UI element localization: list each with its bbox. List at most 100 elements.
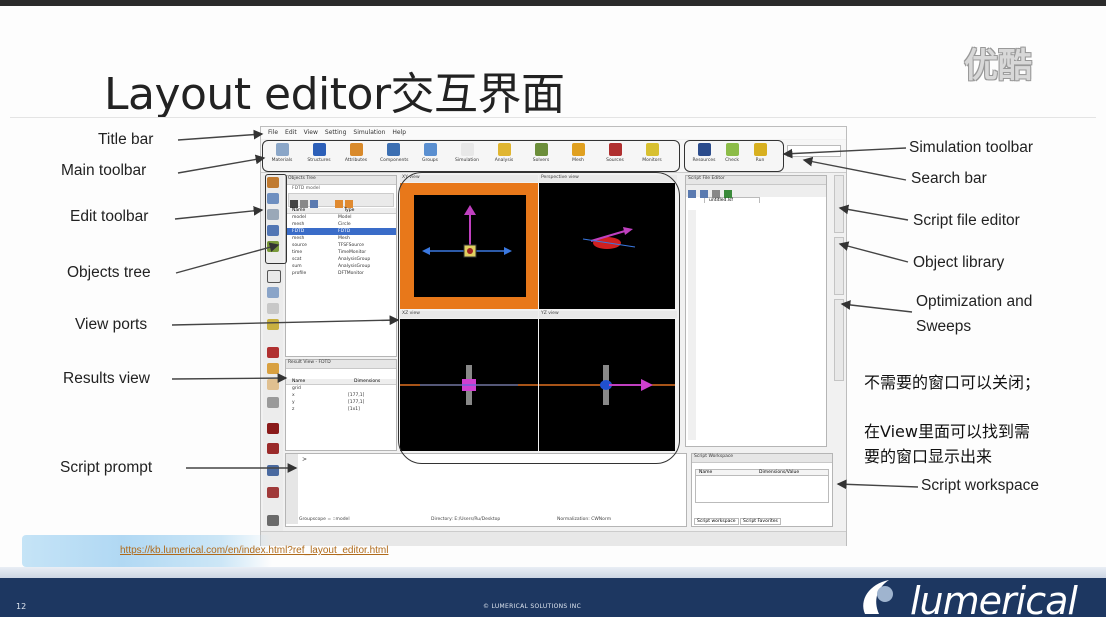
results-row[interactable]: z [1x1] xyxy=(286,406,396,413)
pointer-icon[interactable] xyxy=(267,363,279,374)
tool-icon[interactable] xyxy=(267,515,279,526)
tree-row[interactable]: FDTD FDTD xyxy=(286,228,396,235)
search-input[interactable] xyxy=(787,145,841,157)
tree-row-name: sum xyxy=(292,264,302,269)
script-workspace-panel: Script Workspace Name Dimensions/Value S… xyxy=(691,453,833,527)
camera-icon[interactable] xyxy=(267,397,279,408)
status-bar: Groupscope = ::model Directory: E:/Users… xyxy=(285,517,705,525)
script-workspace-title: Script Workspace xyxy=(692,454,832,463)
tree-row[interactable]: model Model xyxy=(286,214,396,221)
script-prompt-panel[interactable]: > xyxy=(285,453,687,527)
slide: Layout editor交互界面 优酷 Title bar Main tool… xyxy=(0,0,1106,623)
tree-row[interactable]: mesh Mesh xyxy=(286,235,396,242)
ruler-icon[interactable] xyxy=(267,347,279,358)
menu-simulation[interactable]: Simulation xyxy=(353,129,385,136)
line-gutter xyxy=(688,210,696,440)
callout-edit-toolbar xyxy=(265,174,287,264)
tree-row-type: FDTD xyxy=(338,229,351,234)
results-row-name: grid xyxy=(292,386,301,391)
watermark-logo: 优酷 xyxy=(964,46,1032,86)
tree-row[interactable]: source TFSFSource xyxy=(286,242,396,249)
label-objects-tree: Objects tree xyxy=(67,264,151,281)
callout-simulation-toolbar xyxy=(684,140,784,172)
pan-icon[interactable] xyxy=(267,303,279,314)
status-normalization: Normalization: CWNorm xyxy=(557,517,612,522)
results-row-dims: [1x1] xyxy=(348,407,360,412)
tree-row-name: scat xyxy=(292,257,302,262)
script-editor-toolbar xyxy=(686,185,826,198)
menu-bar[interactable]: File Edit View Setting Simulation Help xyxy=(261,127,846,139)
page-number: 12 xyxy=(16,602,27,611)
results-row-dims: [177,1] xyxy=(348,393,365,398)
horizontal-scroll-area[interactable] xyxy=(261,531,846,546)
zoom-extent-icon[interactable] xyxy=(267,319,279,330)
label-results-view: Results view xyxy=(63,370,150,387)
objects-tree-subtitle: FDTD model xyxy=(292,186,320,191)
layers-icon[interactable] xyxy=(267,465,279,476)
results-row[interactable]: x [177,1] xyxy=(286,392,396,399)
tree-tool-icon[interactable] xyxy=(310,200,318,208)
results-view-title: Result View - FDTD xyxy=(286,360,396,369)
save-icon[interactable] xyxy=(712,190,720,198)
menu-help[interactable]: Help xyxy=(392,129,406,136)
view-icon[interactable] xyxy=(267,379,279,390)
tree-tool-icon[interactable] xyxy=(300,200,308,208)
menu-file[interactable]: File xyxy=(268,129,278,136)
zoom-icon[interactable] xyxy=(267,287,279,298)
workspace-tabs: Script workspace Script Favorites xyxy=(694,518,781,525)
tree-row[interactable]: time TimeMonitor xyxy=(286,249,396,256)
brand-logo-text: lumerical xyxy=(910,579,1078,623)
workspace-list xyxy=(695,475,829,503)
tab-script-file-editor[interactable] xyxy=(834,175,844,233)
tree-row-type: Circle xyxy=(338,222,351,227)
title-divider xyxy=(10,117,1096,118)
objects-tree-panel: Objects Tree FDTD model Name Type model M… xyxy=(285,175,397,357)
tree-row-name: mesh xyxy=(292,222,305,227)
tree-row[interactable]: mesh Circle xyxy=(286,221,396,228)
tree-tool-icon[interactable] xyxy=(290,200,298,208)
label-script-workspace: Script workspace xyxy=(921,477,1040,494)
tree-row-name: profile xyxy=(292,271,307,276)
tree-row-name: mesh xyxy=(292,236,305,241)
script-file-editor-title: Script File Editor xyxy=(686,176,826,185)
tree-col-name: Name xyxy=(292,208,306,213)
results-row[interactable]: y [177,1] xyxy=(286,399,396,406)
menu-edit[interactable]: Edit xyxy=(285,129,297,136)
workspace-col-value: Dimensions/Value xyxy=(759,470,800,475)
menu-view[interactable]: View xyxy=(304,129,318,136)
tree-row-type: Model xyxy=(338,215,352,220)
results-col-name: Name xyxy=(292,379,306,384)
bar-icon[interactable] xyxy=(267,423,279,434)
label-script-file-editor: Script file editor xyxy=(913,212,1020,229)
tree-row[interactable]: sum AnalysisGroup xyxy=(286,263,396,270)
run-script-icon[interactable] xyxy=(724,190,732,198)
copyright-text: © LUMERICAL SOLUTIONS INC xyxy=(483,603,582,610)
chart-icon[interactable] xyxy=(267,487,279,498)
tab-object-library[interactable] xyxy=(834,237,844,295)
tree-row[interactable]: profile DFTMonitor xyxy=(286,270,396,277)
menu-setting[interactable]: Setting xyxy=(325,129,346,136)
script-file-editor-panel: Script File Editor untitled.lsf xyxy=(685,175,827,447)
prompt-caret: > xyxy=(302,456,308,463)
results-row[interactable]: grid xyxy=(286,385,396,392)
results-rows: grid x [177,1] y [177,1] z [1x1] xyxy=(286,385,396,413)
tree-row[interactable]: scat AnalysisGroup xyxy=(286,256,396,263)
up-arrow-icon[interactable] xyxy=(335,200,343,208)
down-arrow-icon[interactable] xyxy=(345,200,353,208)
note-line-1: 不需要的窗口可以关闭； xyxy=(864,373,1041,392)
tree-toolbar xyxy=(288,193,394,208)
results-row-name: x xyxy=(292,393,295,398)
label-view-ports: View ports xyxy=(75,316,148,333)
callout-viewports xyxy=(398,172,680,464)
note-line-3: 要的窗口显示出来 xyxy=(864,447,993,466)
tab-optimization-sweeps[interactable] xyxy=(834,299,844,381)
select-icon[interactable] xyxy=(267,270,281,283)
reference-link[interactable]: https://kb.lumerical.com/en/index.html?r… xyxy=(120,545,388,556)
script-tab[interactable]: untitled.lsf xyxy=(704,197,760,203)
blocks-icon[interactable] xyxy=(267,443,279,454)
open-file-icon[interactable] xyxy=(700,190,708,198)
tab-script-favorites[interactable]: Script Favorites xyxy=(740,518,781,525)
new-file-icon[interactable] xyxy=(688,190,696,198)
results-row-name: y xyxy=(292,400,295,405)
objects-tree-title: Objects Tree xyxy=(286,176,396,185)
